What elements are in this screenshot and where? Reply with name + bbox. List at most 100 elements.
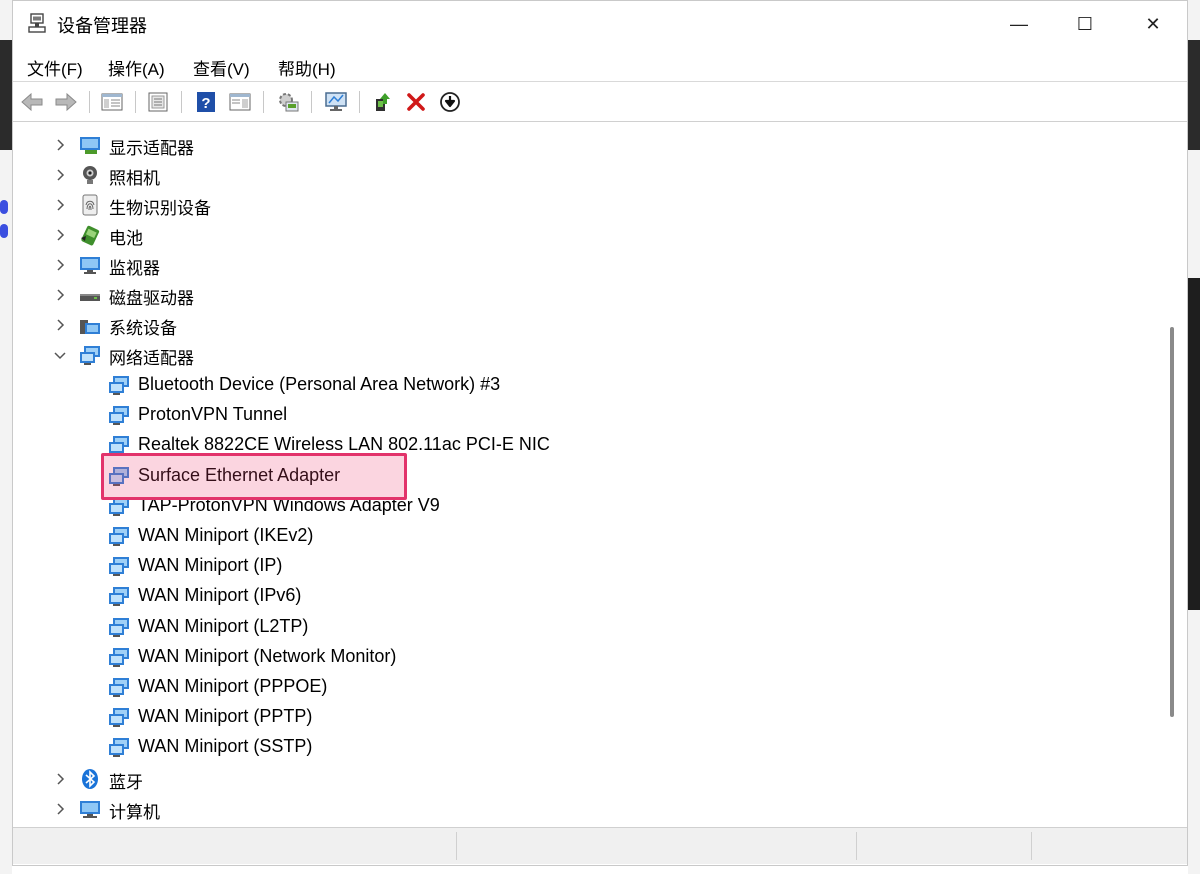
network-adapter-label: WAN Miniport (PPTP) bbox=[138, 706, 313, 727]
network-adapter-item[interactable]: WAN Miniport (PPPOE) bbox=[13, 672, 1153, 702]
tree-item-bluetooth[interactable]: 蓝牙 bbox=[13, 764, 1153, 794]
network-adapter-label: Bluetooth Device (Personal Area Network)… bbox=[138, 374, 501, 394]
tree-item-network-adapters[interactable]: 网络适配器 bbox=[13, 340, 1153, 370]
svg-text:?: ? bbox=[201, 95, 210, 112]
back-arrow-icon[interactable] bbox=[19, 90, 45, 114]
network-adapter-icon bbox=[109, 738, 129, 758]
network-adapter-item[interactable]: WAN Miniport (L2TP) bbox=[13, 612, 1153, 642]
tree-item-label: 磁盘驱动器 bbox=[109, 289, 194, 308]
menu-action[interactable]: 操作(A) bbox=[108, 55, 165, 80]
network-adapter-label: WAN Miniport (IKEv2) bbox=[138, 525, 314, 545]
chevron-right-icon[interactable] bbox=[53, 228, 67, 242]
tree-item-label: 计算机 bbox=[109, 803, 160, 822]
network-adapter-label: WAN Miniport (Network Monitor) bbox=[138, 645, 397, 666]
chevron-right-icon[interactable] bbox=[53, 198, 67, 212]
highlight-box bbox=[101, 453, 407, 500]
chevron-right-icon[interactable] bbox=[53, 138, 67, 152]
tree-item-computer[interactable]: 计算机 bbox=[13, 794, 1153, 824]
network-adapter-icon bbox=[109, 527, 129, 546]
tree-item-batteries[interactable]: 电池 bbox=[13, 220, 1153, 250]
tree-item-label: 电池 bbox=[109, 229, 143, 248]
chevron-right-icon[interactable] bbox=[53, 288, 67, 302]
disk-drive-icon bbox=[80, 294, 100, 301]
tree-item-display-adapters[interactable]: 显示适配器 bbox=[13, 130, 1153, 160]
tree-item-label: 蓝牙 bbox=[109, 773, 143, 792]
properties-icon[interactable] bbox=[145, 90, 171, 114]
system-device-icon bbox=[80, 320, 100, 334]
network-adapter-item[interactable]: WAN Miniport (Network Monitor) bbox=[13, 642, 1153, 672]
minimize-button[interactable]: — bbox=[996, 9, 1042, 39]
network-adapter-item[interactable]: WAN Miniport (SSTP) bbox=[13, 732, 1153, 762]
network-adapter-icon bbox=[109, 647, 129, 667]
monitor-icon[interactable] bbox=[323, 90, 349, 114]
network-adapter-icon bbox=[109, 617, 129, 637]
tree-item-monitors[interactable]: 监视器 bbox=[13, 250, 1153, 280]
disable-device-icon[interactable] bbox=[437, 90, 463, 114]
device-manager-icon bbox=[28, 13, 46, 33]
maximize-button[interactable]: ☐ bbox=[1062, 9, 1108, 39]
computer-icon bbox=[80, 801, 100, 818]
menu-view[interactable]: 查看(V) bbox=[193, 55, 250, 80]
uninstall-icon[interactable] bbox=[403, 90, 429, 114]
tree-item-system-devices[interactable]: 系统设备 bbox=[13, 310, 1153, 340]
status-segment bbox=[856, 832, 1032, 860]
tree-item-label: 生物识别设备 bbox=[109, 199, 211, 218]
forward-arrow-icon[interactable] bbox=[53, 90, 79, 114]
network-adapter-label: WAN Miniport (IP) bbox=[138, 555, 283, 576]
chevron-right-icon[interactable] bbox=[53, 258, 67, 272]
toolbar: ? bbox=[13, 83, 1187, 122]
device-manager-window: 设备管理器 — ☐ ✕ 文件(F) 操作(A) 查看(V) 帮助(H) ? 显示… bbox=[12, 0, 1188, 866]
window-title: 设备管理器 bbox=[57, 16, 147, 36]
network-adapter-item[interactable]: WAN Miniport (IP) bbox=[13, 551, 1153, 581]
network-adapter-label: WAN Miniport (IPv6) bbox=[138, 585, 302, 606]
chevron-right-icon[interactable] bbox=[53, 168, 67, 182]
network-adapter-icon bbox=[109, 376, 129, 395]
scroll-thumb[interactable] bbox=[1170, 327, 1174, 717]
help-icon[interactable]: ? bbox=[193, 90, 219, 114]
display-adapter-icon bbox=[80, 137, 100, 154]
network-adapter-label: WAN Miniport (PPPOE) bbox=[138, 676, 328, 696]
update-driver-icon[interactable] bbox=[369, 90, 395, 114]
background-left-strip bbox=[0, 0, 12, 874]
camera-icon bbox=[83, 166, 97, 184]
tree-item-label: 系统设备 bbox=[109, 319, 177, 338]
chevron-right-icon[interactable] bbox=[53, 772, 67, 786]
monitor-icon bbox=[80, 257, 100, 274]
network-adapter-item[interactable]: WAN Miniport (IPv6) bbox=[13, 581, 1153, 611]
network-adapter-label: WAN Miniport (SSTP) bbox=[138, 736, 313, 757]
network-adapter-icon bbox=[109, 678, 129, 697]
tree-item-label: 网络适配器 bbox=[109, 349, 194, 368]
scan-hardware-icon[interactable] bbox=[275, 90, 301, 114]
network-adapter-label: WAN Miniport (L2TP) bbox=[138, 615, 309, 636]
chevron-down-icon[interactable] bbox=[53, 348, 67, 362]
background-right-strip bbox=[1188, 0, 1200, 874]
tree-item-label: 显示适配器 bbox=[109, 139, 194, 158]
network-adapter-item[interactable]: ProtonVPN Tunnel bbox=[13, 400, 1153, 430]
menu-help[interactable]: 帮助(H) bbox=[278, 55, 336, 80]
network-adapter-item[interactable]: Bluetooth Device (Personal Area Network)… bbox=[13, 370, 1153, 400]
tree-item-biometric[interactable]: 生物识别设备 bbox=[13, 190, 1153, 220]
network-adapter-icon bbox=[109, 587, 129, 607]
menu-file[interactable]: 文件(F) bbox=[27, 55, 83, 80]
title-bar[interactable]: 设备管理器 — ☐ ✕ bbox=[13, 1, 1187, 45]
tree-item-label: 照相机 bbox=[109, 169, 160, 188]
network-adapter-item[interactable]: WAN Miniport (PPTP) bbox=[13, 702, 1153, 732]
network-adapter-icon bbox=[109, 557, 129, 577]
network-adapter-label: ProtonVPN Tunnel bbox=[138, 404, 288, 425]
chevron-right-icon[interactable] bbox=[53, 802, 67, 816]
status-segment bbox=[456, 832, 857, 860]
vertical-scrollbar[interactable] bbox=[1163, 122, 1183, 825]
tree-item-disk-drives[interactable]: 磁盘驱动器 bbox=[13, 280, 1153, 310]
network-adapter-icon bbox=[109, 406, 129, 426]
show-hide-tree-icon[interactable] bbox=[99, 90, 125, 114]
chevron-right-icon[interactable] bbox=[53, 318, 67, 332]
biometric-icon bbox=[82, 194, 98, 216]
status-bar bbox=[13, 827, 1187, 864]
close-button[interactable]: ✕ bbox=[1130, 9, 1176, 39]
battery-icon bbox=[81, 225, 100, 246]
device-tree: 显示适配器 照相机 生物识别设备 电池 监视器 磁盘驱动器 系统设备 网络适配器… bbox=[13, 122, 1163, 825]
action-pane-icon[interactable] bbox=[227, 90, 253, 114]
network-adapter-item[interactable]: WAN Miniport (IKEv2) bbox=[13, 521, 1153, 551]
tree-item-cameras[interactable]: 照相机 bbox=[13, 160, 1153, 190]
tree-item-label: 监视器 bbox=[109, 259, 160, 278]
